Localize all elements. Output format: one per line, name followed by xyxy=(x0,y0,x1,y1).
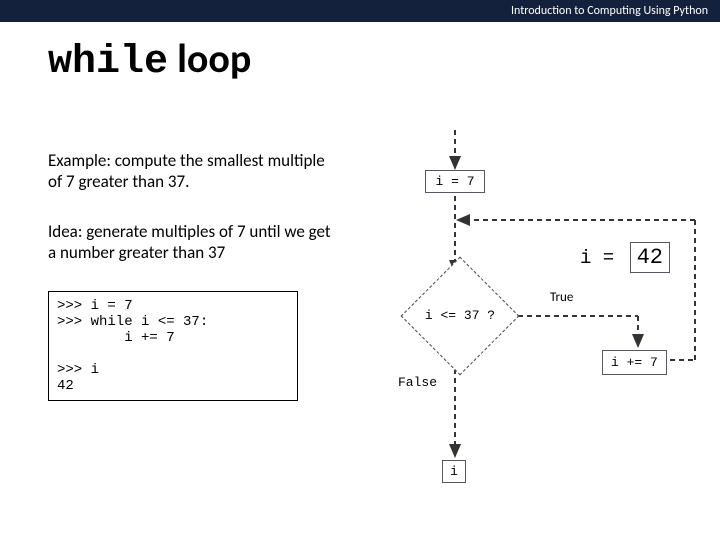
state-display: i = 42 xyxy=(580,242,670,273)
page-title: while loop xyxy=(0,22,720,85)
title-rest: loop xyxy=(168,34,251,83)
left-column: Example: compute the smallest multiple o… xyxy=(48,150,338,401)
code-block: >>> i = 7 >>> while i <= 37: i += 7 >>> … xyxy=(48,291,298,401)
header-bar: Introduction to Computing Using Python xyxy=(0,0,720,22)
state-prefix: i = xyxy=(580,247,626,269)
flowchart: i = 7 i <= 37 ? True False i += 7 i = 42… xyxy=(370,130,710,530)
title-keyword: while xyxy=(48,40,168,85)
flow-end-box: i xyxy=(442,460,466,483)
idea-text: Idea: generate multiples of 7 until we g… xyxy=(48,221,338,264)
true-label: True xyxy=(550,290,573,305)
state-value: 42 xyxy=(630,242,670,273)
example-text: Example: compute the smallest multiple o… xyxy=(48,150,338,193)
flow-decision: i <= 37 ? xyxy=(400,276,520,356)
flow-inc-box: i += 7 xyxy=(602,350,667,375)
header-text: Introduction to Computing Using Python xyxy=(511,4,708,18)
flow-cond-text: i <= 37 ? xyxy=(400,308,520,323)
flow-init-box: i = 7 xyxy=(425,170,485,193)
false-label: False xyxy=(398,375,437,390)
